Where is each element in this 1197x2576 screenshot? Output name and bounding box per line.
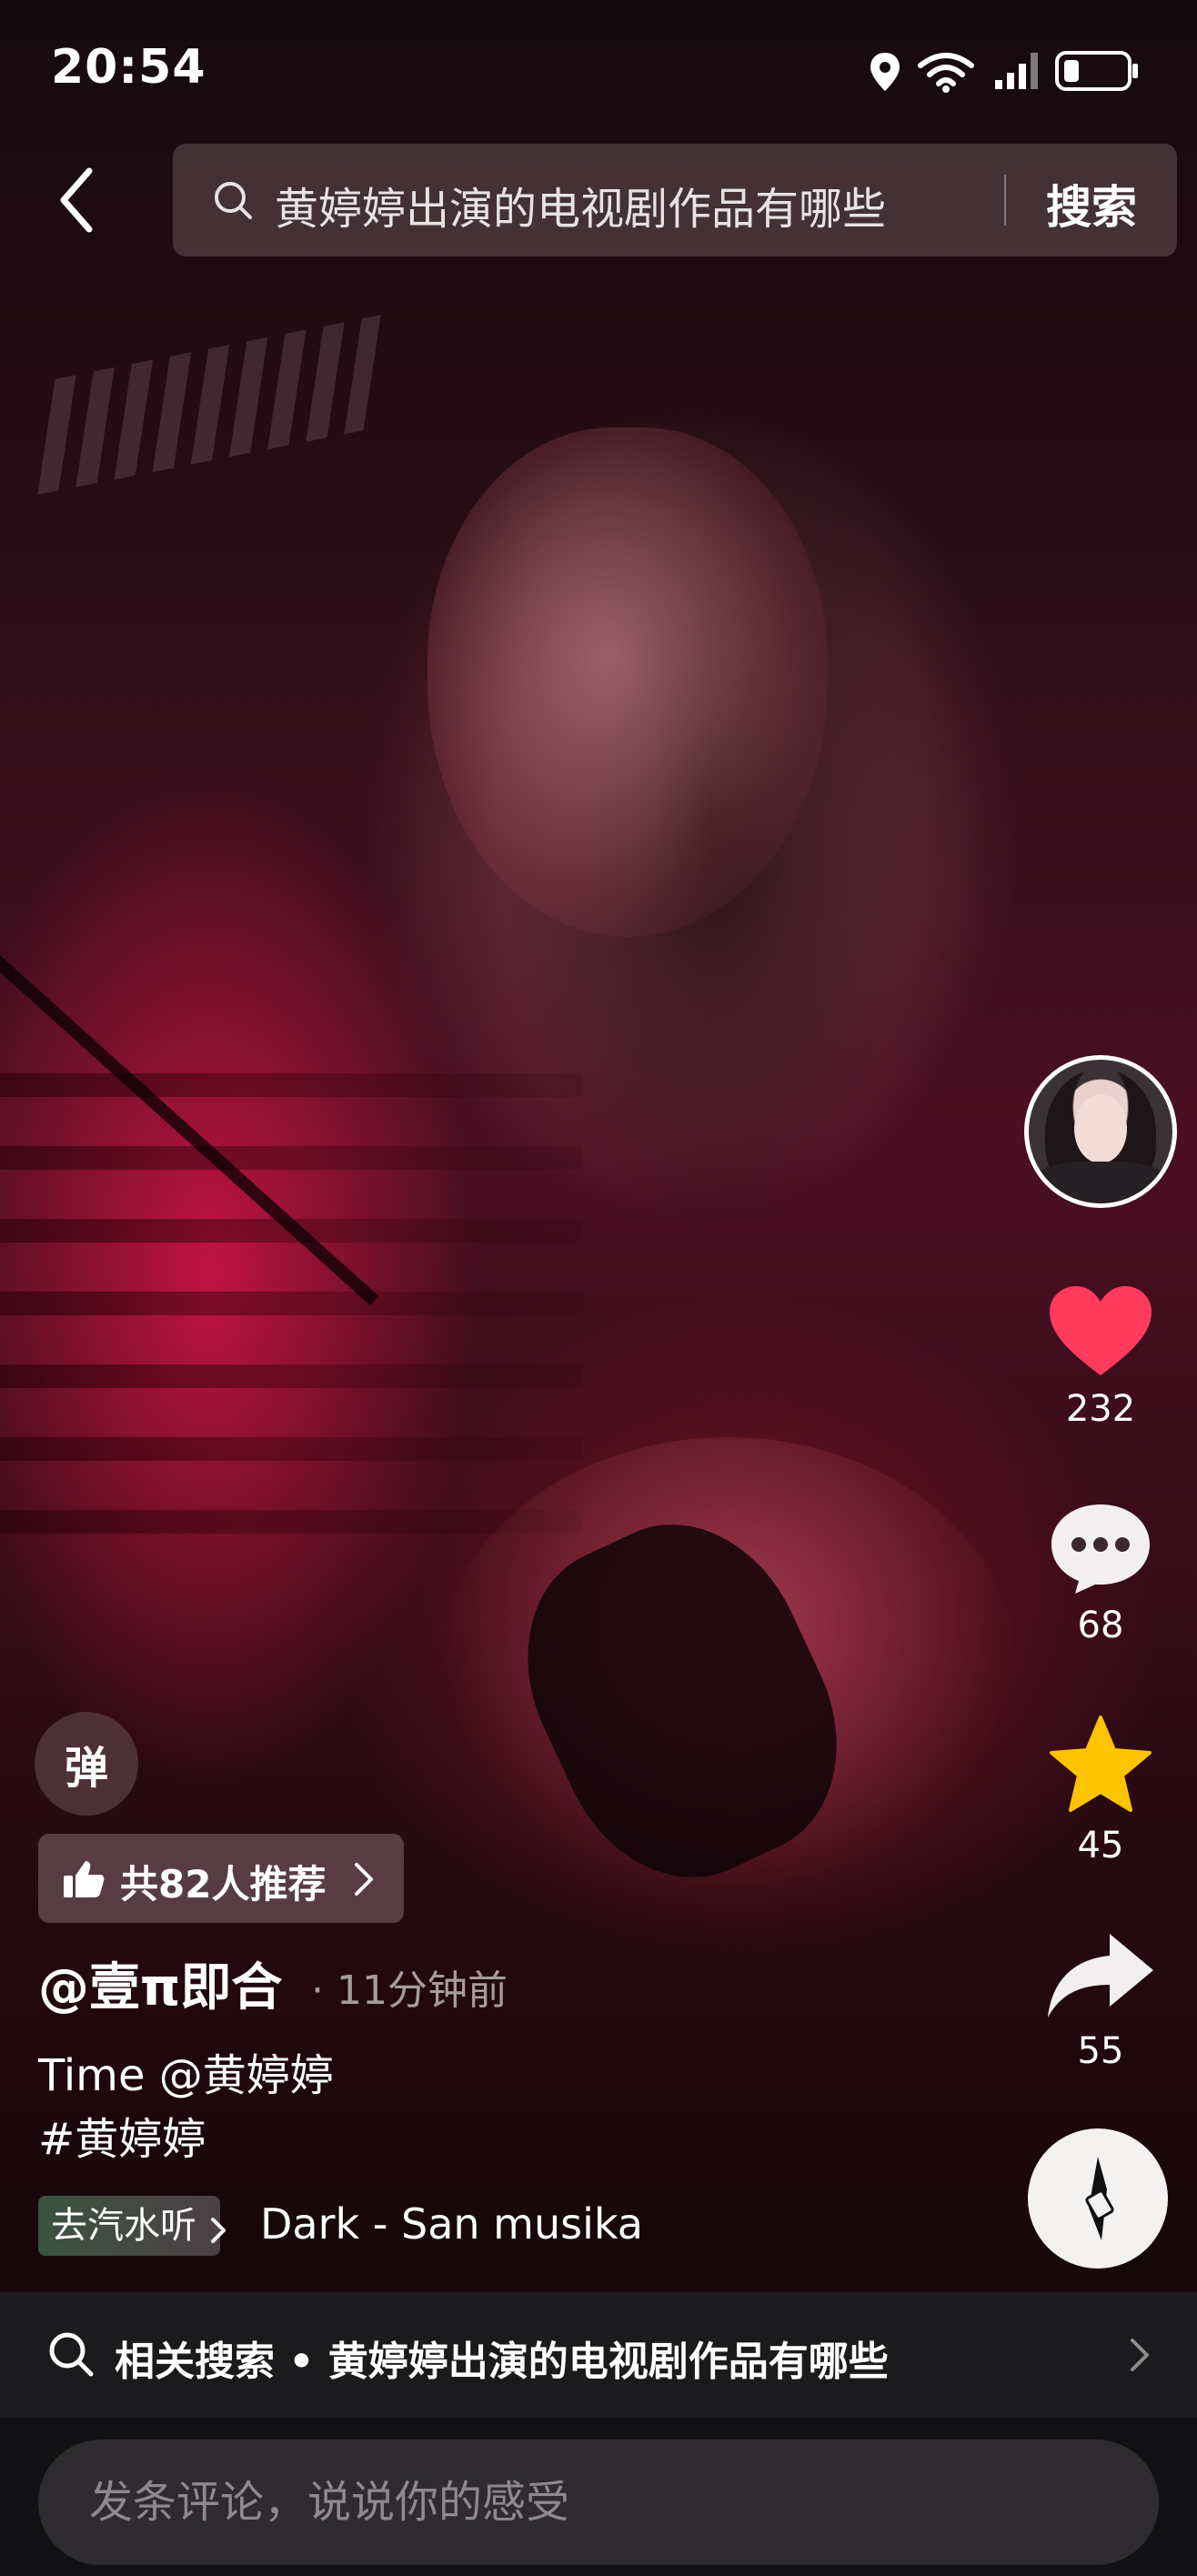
qishui-listen-label: 去汽水听	[51, 2205, 196, 2247]
back-arrow-icon	[60, 167, 93, 233]
like-count: 232	[1065, 1388, 1136, 1430]
signal-icon	[995, 53, 1038, 89]
search-query-text[interactable]: 黄婷婷出演的电视剧作品有哪些	[275, 173, 886, 236]
chevron-right-icon	[211, 2218, 226, 2243]
comment-button[interactable]: 68	[1037, 1501, 1164, 1646]
recommend-pill[interactable]: 共82人推荐	[38, 1834, 404, 1923]
thumbs-up-icon	[64, 1861, 105, 1897]
chevron-right-icon	[355, 1863, 373, 1896]
favorite-count: 45	[1077, 1825, 1124, 1867]
search-button[interactable]: 搜索	[1046, 171, 1137, 236]
recommend-count-text: 共82人推荐	[120, 1862, 327, 1907]
search-icon	[49, 2332, 94, 2377]
back-button[interactable]	[55, 164, 109, 236]
author-avatar[interactable]	[1024, 1055, 1177, 1208]
chevron-right-icon	[1131, 2339, 1149, 2371]
post-time: · 11分钟前	[311, 1967, 508, 2014]
face-shape	[428, 428, 828, 937]
author-name[interactable]: @壹π即合	[38, 1947, 282, 2020]
mic-stand-shape	[0, 955, 379, 1306]
star-icon	[1050, 1716, 1152, 1812]
qishui-listen-tag[interactable]: 去汽水听	[38, 2196, 226, 2256]
music-disc-button[interactable]	[1028, 2128, 1168, 2269]
status-time: 20:54	[51, 40, 206, 95]
favorite-button[interactable]: 45	[1037, 1714, 1164, 1867]
caption-hashtag[interactable]: #黄婷婷	[38, 2103, 206, 2167]
related-search-bar[interactable]: 相关搜索 • 黄婷婷出演的电视剧作品有哪些	[0, 2292, 1197, 2418]
wifi-icon	[918, 53, 974, 93]
danmu-toggle-button[interactable]: 弹	[35, 1712, 138, 1816]
comment-bubble-icon	[1051, 1504, 1150, 1594]
music-disc-icon	[1085, 2157, 1114, 2240]
music-title[interactable]: Dark - San musika	[260, 2199, 643, 2249]
status-bar: 20:54	[0, 0, 1197, 136]
comment-bar	[0, 2418, 1197, 2576]
comment-count: 68	[1077, 1605, 1124, 1646]
location-icon	[870, 53, 900, 91]
danmu-label: 弹	[64, 1743, 108, 1794]
share-count: 55	[1077, 2030, 1124, 2072]
comment-input[interactable]	[38, 2440, 1159, 2565]
keyboard-shape	[37, 315, 381, 495]
share-button[interactable]: 55	[1037, 1930, 1164, 2072]
search-icon	[215, 182, 252, 219]
battery-icon	[1055, 51, 1138, 91]
related-search-text: 相关搜索 • 黄婷婷出演的电视剧作品有哪些	[115, 2339, 889, 2385]
share-arrow-icon	[1048, 1934, 1153, 2018]
like-button[interactable]: 232	[1037, 1284, 1164, 1430]
search-bar[interactable]: 黄婷婷出演的电视剧作品有哪些 搜索	[173, 144, 1177, 257]
search-divider	[1004, 175, 1006, 226]
heart-icon	[1050, 1286, 1152, 1375]
caption-line-1: Time @黄婷婷	[38, 2050, 334, 2101]
